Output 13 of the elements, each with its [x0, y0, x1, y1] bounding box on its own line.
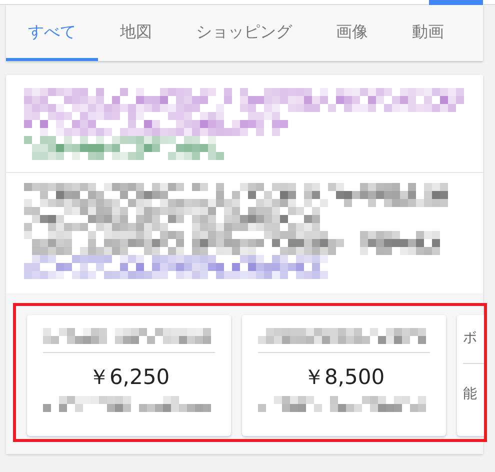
- product-card[interactable]: ￥8,500: [242, 315, 446, 436]
- product-title: ボ: [463, 329, 478, 348]
- tab[interactable]: すべて: [6, 5, 98, 61]
- tab[interactable]: 動画: [390, 5, 466, 61]
- product-card[interactable]: ボ 能: [457, 315, 484, 436]
- tab[interactable]: 地図: [98, 5, 174, 61]
- product-note: 能: [463, 385, 478, 404]
- tab[interactable]: ショッピング: [174, 5, 314, 61]
- price: ￥8,500: [302, 365, 386, 390]
- price: ￥6,250: [87, 365, 171, 390]
- tab[interactable]: 画像: [314, 5, 390, 61]
- search-button[interactable]: [429, 0, 483, 5]
- product-card[interactable]: ￥6,250: [27, 315, 231, 436]
